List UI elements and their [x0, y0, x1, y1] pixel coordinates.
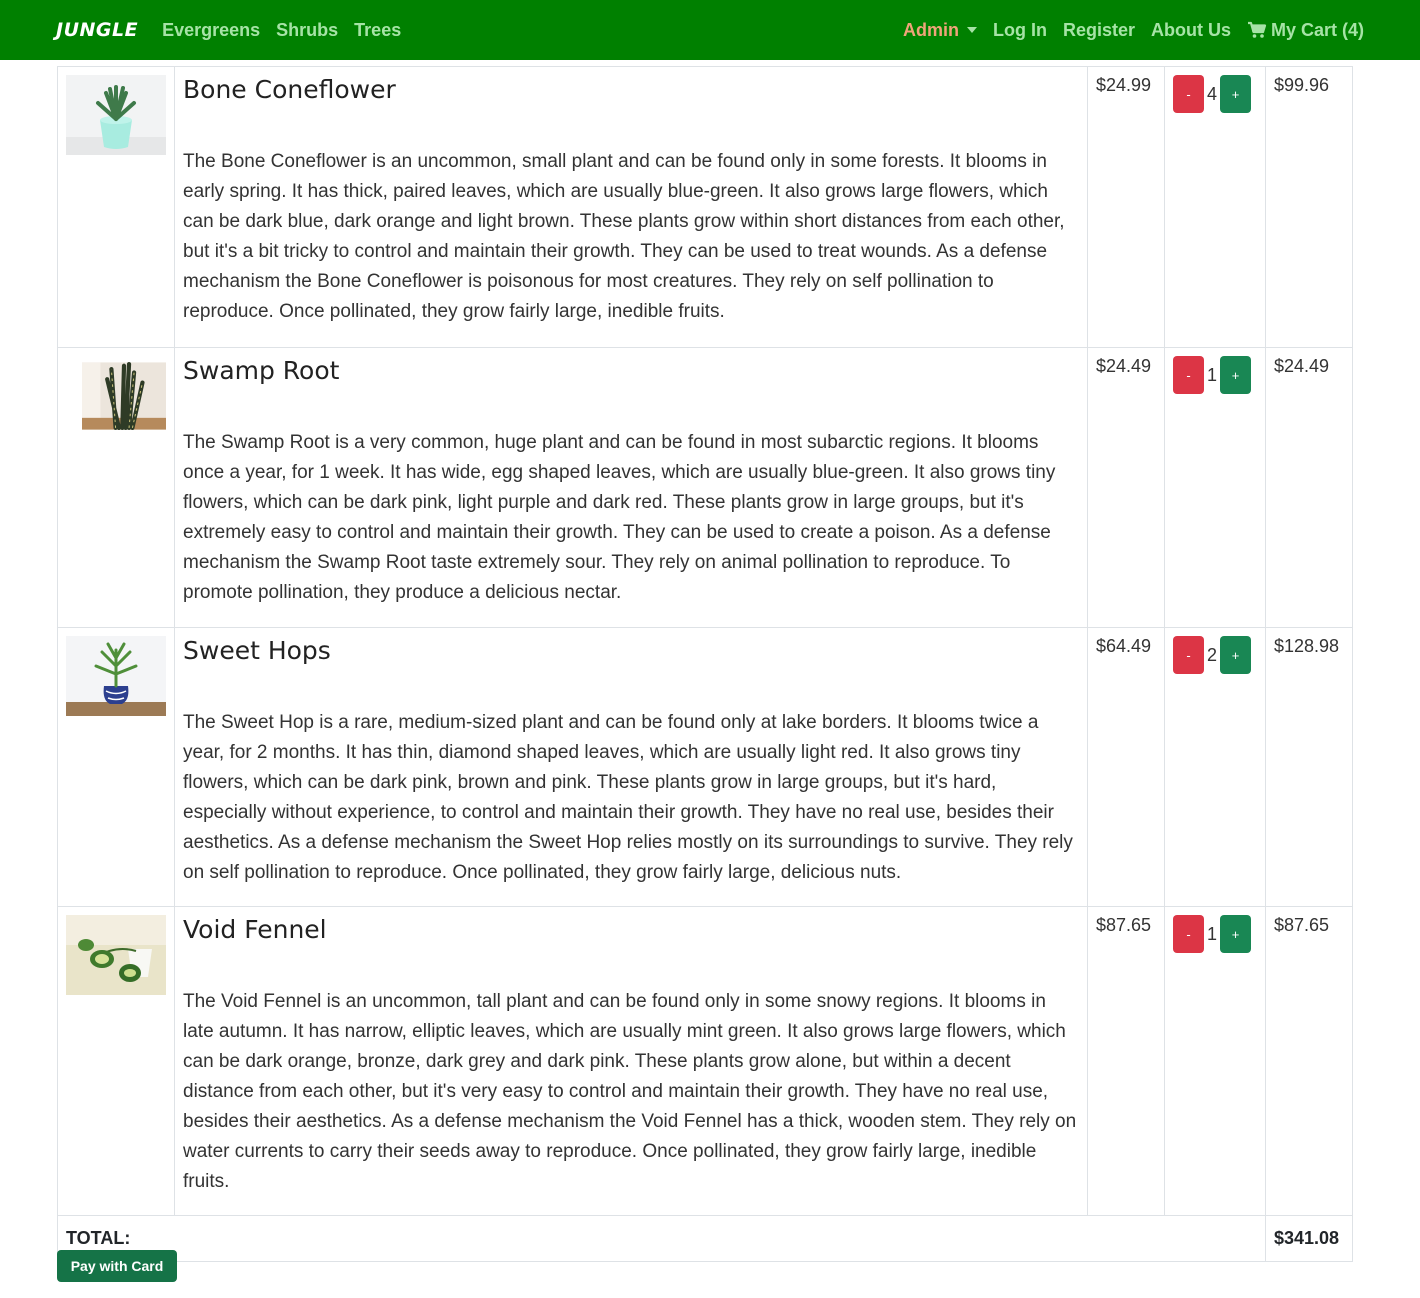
- product-price: $87.65: [1087, 906, 1165, 1216]
- my-cart-label: My Cart (4): [1270, 19, 1364, 40]
- cart-table: Bone Coneflower The Bone Coneflower is a…: [57, 66, 1353, 1262]
- quantity-cell: - 1 +: [1164, 906, 1266, 1216]
- product-description: The Bone Coneflower is an uncommon, smal…: [183, 151, 1065, 322]
- caret-down-icon: [966, 27, 977, 33]
- quantity-stepper: - 2 +: [1173, 636, 1257, 674]
- admin-dropdown[interactable]: Admin: [903, 20, 977, 41]
- product-subtotal: $24.49: [1265, 347, 1353, 628]
- nav-link-shrubs[interactable]: Shrubs: [276, 20, 338, 41]
- quantity-value: 4: [1207, 83, 1218, 104]
- top-navbar: JUNGLE Evergreens Shrubs Trees Admin Log…: [0, 0, 1420, 60]
- product-description: The Swamp Root is a very common, huge pl…: [183, 432, 1056, 603]
- product-price: $24.99: [1087, 66, 1165, 348]
- product-description-cell: Swamp Root The Swamp Root is a very comm…: [174, 347, 1088, 628]
- login-link[interactable]: Log In: [993, 20, 1047, 41]
- quantity-stepper: - 1 +: [1173, 356, 1257, 394]
- quantity-cell: - 2 +: [1164, 627, 1266, 907]
- product-name: Void Fennel: [183, 915, 327, 944]
- brand-logo[interactable]: JUNGLE: [56, 19, 138, 41]
- quantity-value: 1: [1207, 364, 1218, 385]
- product-subtotal: $128.98: [1265, 627, 1353, 907]
- product-image-cell: [57, 906, 175, 1216]
- decrease-quantity-button[interactable]: -: [1173, 915, 1204, 953]
- decrease-quantity-button[interactable]: -: [1173, 356, 1204, 394]
- product-price: $24.49: [1087, 347, 1165, 628]
- total-label: TOTAL:: [57, 1215, 1266, 1262]
- register-link[interactable]: Register: [1063, 20, 1135, 41]
- shopping-cart-icon: [1247, 21, 1267, 39]
- nav-link-trees[interactable]: Trees: [354, 20, 401, 41]
- quantity-cell: - 4 +: [1164, 66, 1266, 348]
- total-row: TOTAL: $341.08: [57, 1215, 1353, 1262]
- pay-with-card-button[interactable]: Pay with Card: [57, 1250, 177, 1282]
- nav-link-evergreens[interactable]: Evergreens: [162, 20, 260, 41]
- product-description-cell: Void Fennel The Void Fennel is an uncomm…: [174, 906, 1088, 1216]
- product-image: [66, 915, 166, 995]
- product-description: The Sweet Hop is a rare, medium-sized pl…: [183, 712, 1073, 883]
- product-image: [82, 361, 166, 431]
- quantity-stepper: - 1 +: [1173, 915, 1257, 953]
- cart-row: Swamp Root The Swamp Root is a very comm…: [57, 347, 1353, 628]
- increase-quantity-button[interactable]: +: [1220, 75, 1252, 113]
- product-subtotal: $87.65: [1265, 906, 1353, 1216]
- total-value: $341.08: [1265, 1215, 1353, 1262]
- product-description-cell: Bone Coneflower The Bone Coneflower is a…: [174, 66, 1088, 348]
- quantity-value: 2: [1207, 644, 1218, 665]
- cart-row: Bone Coneflower The Bone Coneflower is a…: [57, 66, 1353, 348]
- quantity-stepper: - 4 +: [1173, 75, 1257, 113]
- decrease-quantity-button[interactable]: -: [1173, 636, 1204, 674]
- product-subtotal: $99.96: [1265, 66, 1353, 348]
- increase-quantity-button[interactable]: +: [1220, 636, 1252, 674]
- cart-row: Void Fennel The Void Fennel is an uncomm…: [57, 906, 1353, 1216]
- product-image-cell: [57, 627, 175, 907]
- product-name: Swamp Root: [183, 356, 340, 385]
- product-price: $64.49: [1087, 627, 1165, 907]
- increase-quantity-button[interactable]: +: [1220, 915, 1252, 953]
- product-image-cell: [57, 347, 175, 628]
- product-image-cell: [57, 66, 175, 348]
- product-name: Sweet Hops: [183, 636, 331, 665]
- my-cart-link[interactable]: My Cart (4): [1247, 20, 1364, 41]
- increase-quantity-button[interactable]: +: [1220, 356, 1252, 394]
- admin-label: Admin: [902, 19, 959, 40]
- quantity-value: 1: [1207, 923, 1218, 944]
- product-image: [66, 75, 166, 155]
- product-description: The Void Fennel is an uncommon, tall pla…: [183, 991, 1077, 1192]
- product-image: [66, 636, 166, 716]
- product-name: Bone Coneflower: [183, 75, 396, 104]
- nav-right-group: Admin Log In Register About Us My Cart (…: [887, 20, 1364, 41]
- quantity-cell: - 1 +: [1164, 347, 1266, 628]
- decrease-quantity-button[interactable]: -: [1173, 75, 1204, 113]
- cart-row: Sweet Hops The Sweet Hop is a rare, medi…: [57, 627, 1353, 907]
- about-link[interactable]: About Us: [1151, 20, 1231, 41]
- product-description-cell: Sweet Hops The Sweet Hop is a rare, medi…: [174, 627, 1088, 907]
